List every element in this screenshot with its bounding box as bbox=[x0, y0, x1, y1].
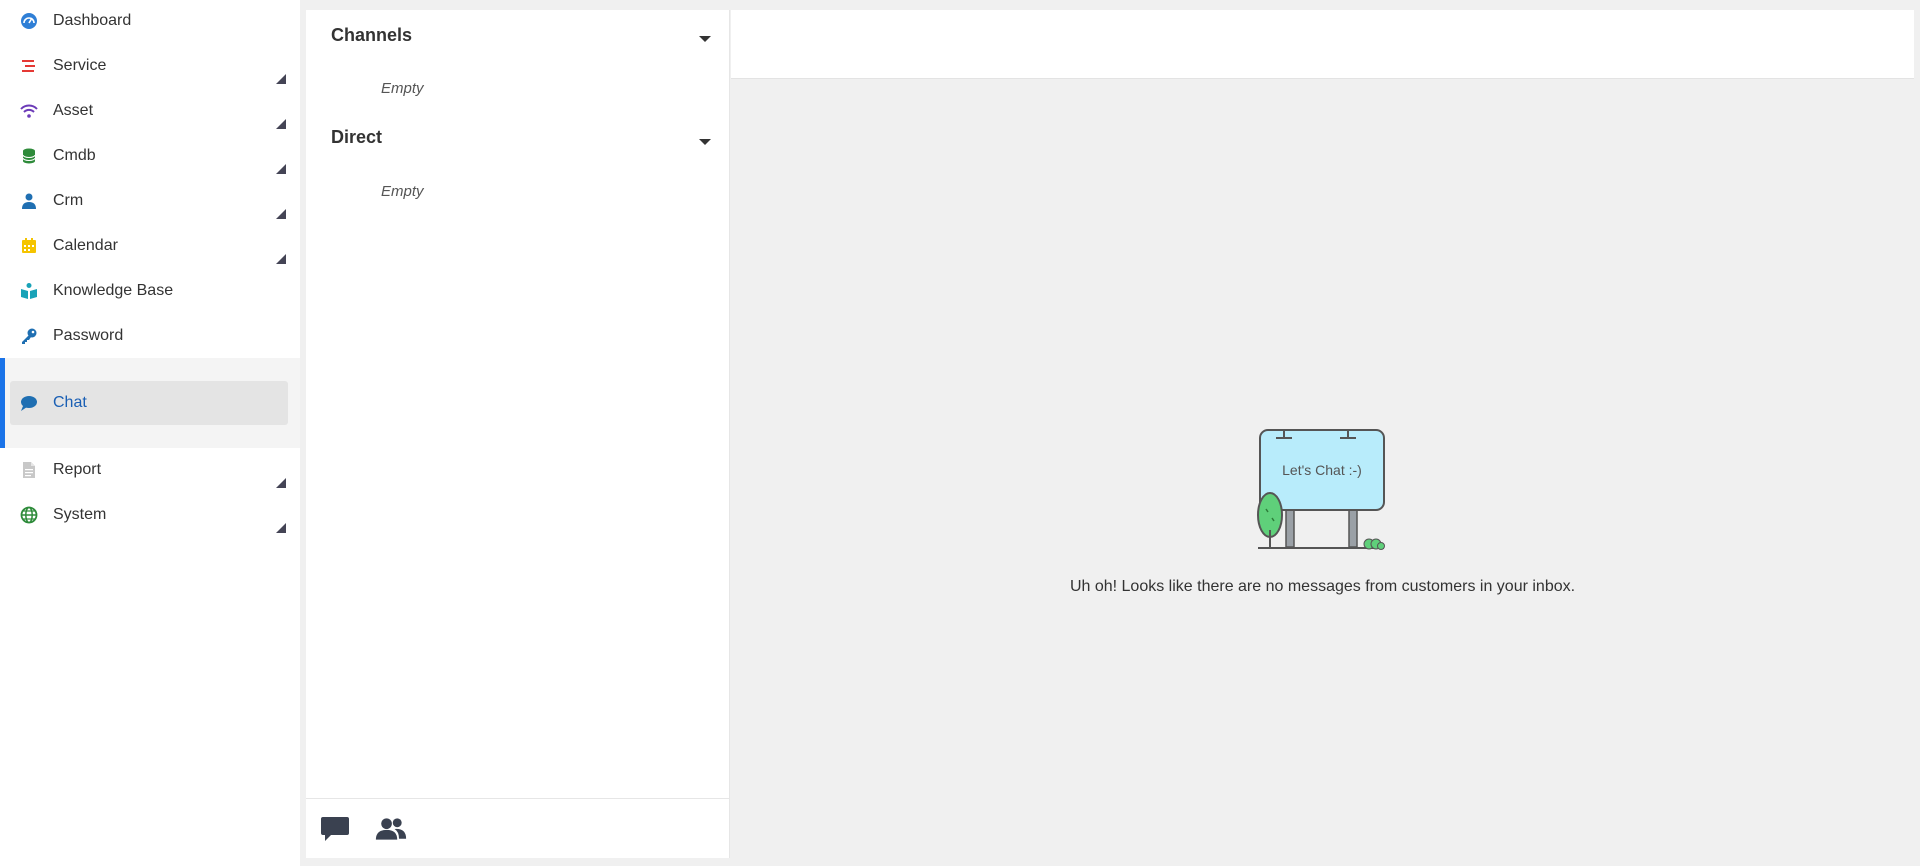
chat-header bbox=[731, 10, 1914, 79]
sidebar-item-password[interactable]: Password bbox=[0, 316, 300, 356]
sidebar-item-system[interactable]: System bbox=[0, 495, 300, 535]
sidebar-item-knowledge-base[interactable]: Knowledge Base bbox=[0, 271, 300, 311]
chat-main-area: Let's Chat :-) Uh oh! Looks like there a… bbox=[731, 80, 1914, 858]
file-icon bbox=[20, 461, 38, 479]
comment-icon bbox=[20, 394, 38, 412]
expand-caret-icon[interactable] bbox=[276, 164, 286, 174]
sidebar-item-label: Password bbox=[53, 327, 124, 344]
globe-icon bbox=[20, 506, 38, 524]
sidebar-item-calendar[interactable]: Calendar bbox=[0, 226, 300, 266]
channels-empty-text: Empty bbox=[381, 80, 424, 97]
sidebar-item-label: System bbox=[53, 506, 107, 523]
database-icon bbox=[20, 147, 38, 165]
chat-panel-footer bbox=[306, 798, 730, 858]
sidebar-item-label: Crm bbox=[53, 192, 84, 209]
chat-channel-panel: Channels Empty Direct Empty bbox=[306, 10, 730, 858]
calendar-icon bbox=[20, 237, 38, 255]
sidebar-item-label: Dashboard bbox=[53, 12, 132, 29]
sidebar-item-label: Knowledge Base bbox=[53, 282, 174, 299]
sign-text: Let's Chat :-) bbox=[1282, 462, 1362, 478]
sidebar-item-crm[interactable]: Crm bbox=[0, 181, 300, 221]
sidebar-item-label: Report bbox=[53, 461, 102, 478]
sidebar-item-label: Service bbox=[53, 57, 107, 74]
lets-chat-sign-illustration: Let's Chat :-) bbox=[1257, 429, 1385, 550]
sidebar-item-report[interactable]: Report bbox=[0, 450, 300, 490]
service-icon bbox=[20, 57, 38, 75]
direct-section-title[interactable]: Direct bbox=[331, 127, 382, 148]
dashboard-icon bbox=[20, 12, 38, 30]
wifi-icon bbox=[20, 102, 38, 120]
sidebar-item-dashboard[interactable]: Dashboard bbox=[0, 1, 300, 41]
book-reader-icon bbox=[20, 282, 38, 300]
expand-caret-icon[interactable] bbox=[276, 119, 286, 129]
sidebar: Dashboard Service Asset Cmdb Crm Calenda bbox=[0, 0, 300, 866]
channels-collapse-caret-icon[interactable] bbox=[699, 36, 711, 42]
sidebar-item-label: Asset bbox=[53, 102, 94, 119]
sidebar-item-service[interactable]: Service bbox=[0, 46, 300, 86]
expand-caret-icon[interactable] bbox=[276, 209, 286, 219]
direct-collapse-caret-icon[interactable] bbox=[699, 139, 711, 145]
sidebar-item-asset[interactable]: Asset bbox=[0, 91, 300, 131]
sidebar-item-chat[interactable]: Chat bbox=[0, 383, 300, 423]
expand-caret-icon[interactable] bbox=[276, 74, 286, 84]
sidebar-item-label: Chat bbox=[53, 394, 87, 411]
expand-caret-icon[interactable] bbox=[276, 523, 286, 533]
chat-bubble-icon[interactable] bbox=[320, 815, 352, 843]
sidebar-item-cmdb[interactable]: Cmdb bbox=[0, 136, 300, 176]
sidebar-item-label: Calendar bbox=[53, 237, 118, 254]
expand-caret-icon[interactable] bbox=[276, 254, 286, 264]
expand-caret-icon[interactable] bbox=[276, 478, 286, 488]
no-messages-text: Uh oh! Looks like there are no messages … bbox=[1069, 578, 1576, 595]
channels-section-title[interactable]: Channels bbox=[331, 25, 412, 46]
users-icon[interactable] bbox=[375, 815, 407, 843]
key-icon bbox=[20, 327, 38, 345]
direct-empty-text: Empty bbox=[381, 183, 424, 200]
sidebar-item-label: Cmdb bbox=[53, 147, 96, 164]
user-icon bbox=[20, 192, 38, 210]
